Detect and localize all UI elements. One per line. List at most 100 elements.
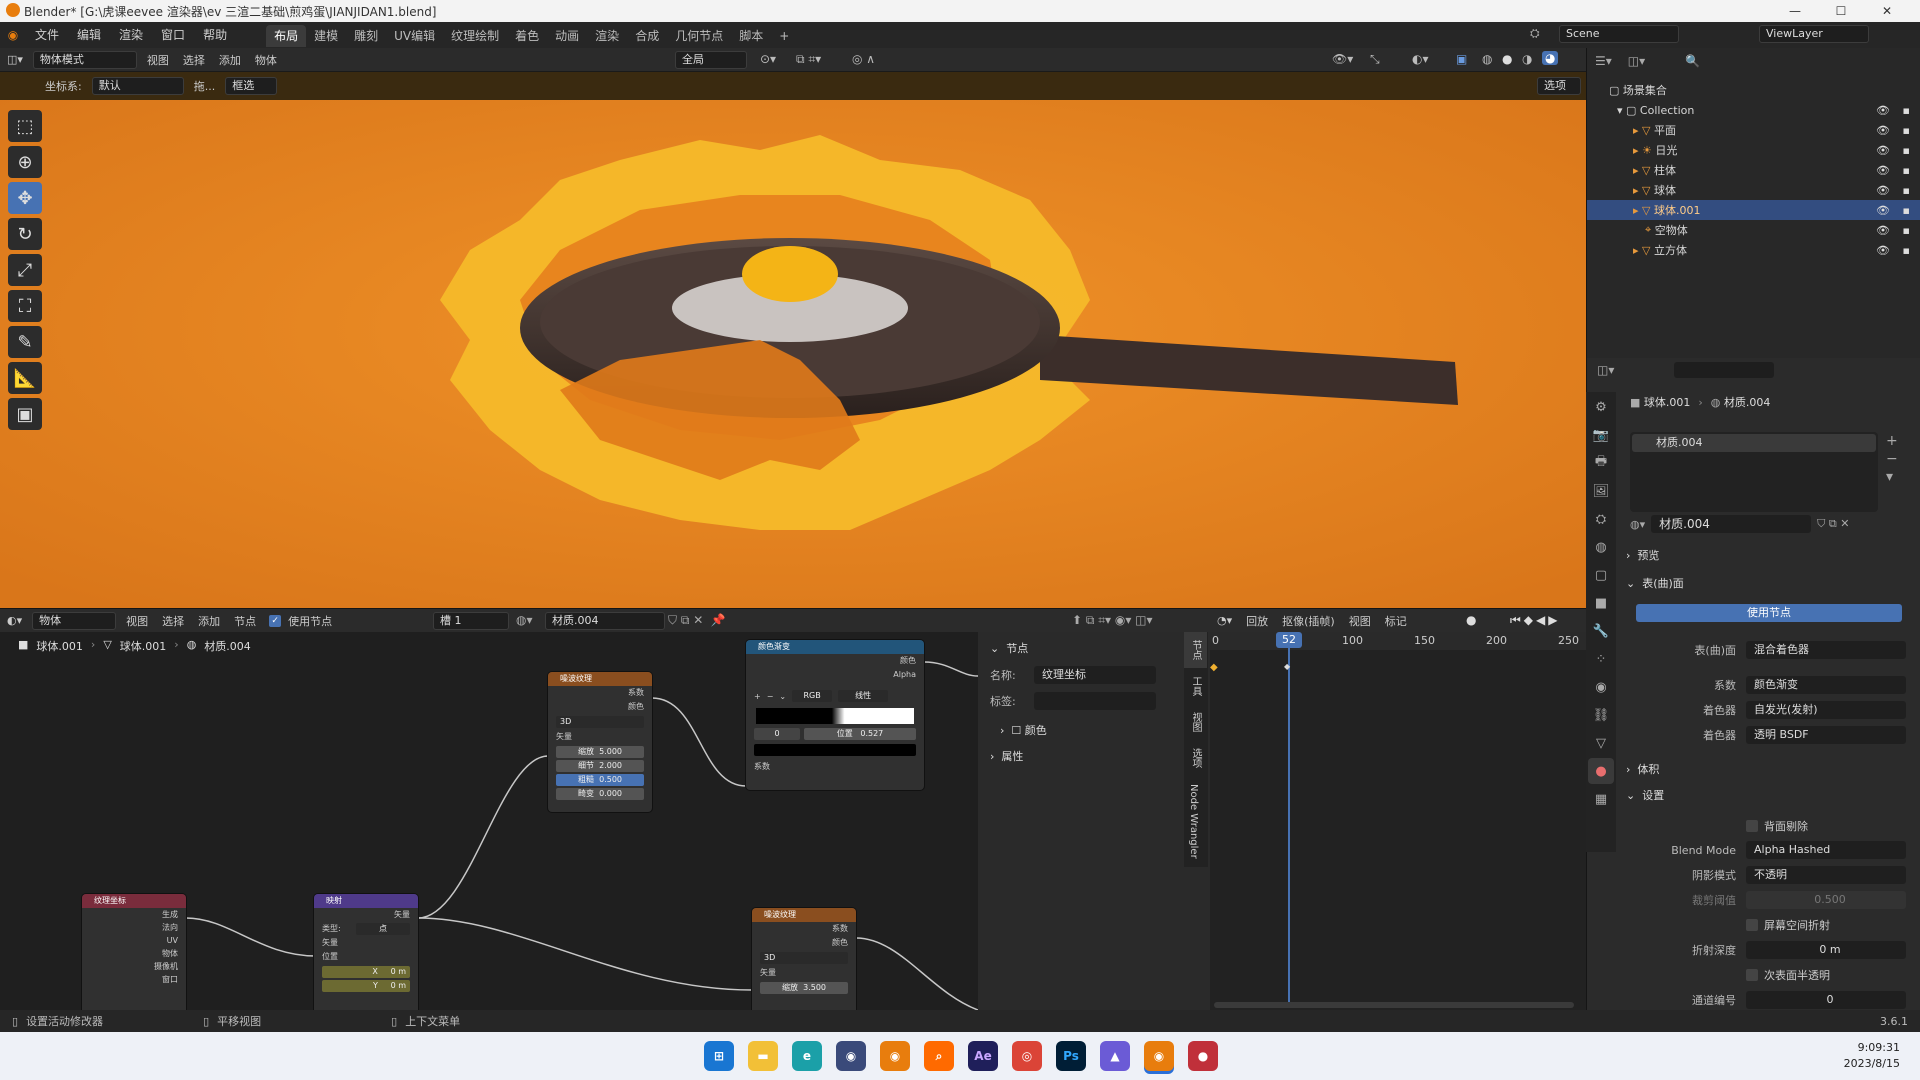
tab-geometry-nodes[interactable]: 几何节点 (667, 25, 731, 47)
eye-icon[interactable]: 👁 (1876, 144, 1890, 157)
material-shading-icon[interactable]: ◑ (1522, 52, 1532, 66)
use-nodes-button[interactable]: 使用节点 (1636, 604, 1902, 622)
node-editor-canvas[interactable]: ■ 球体.001 › ▽ 球体.001 › ◍ 材质.004 噪波纹理 系数 颜色 3D … (0, 632, 978, 1010)
node-properties-section[interactable]: › 属性 (978, 744, 1210, 768)
subsurface-checkbox[interactable] (1746, 969, 1758, 981)
outliner-item-empty[interactable]: ⌖ 空物体 👁 ▪ (1587, 220, 1920, 240)
texture-tab-icon[interactable]: ▦ (1588, 786, 1614, 812)
view-layer-selector[interactable]: ViewLayer (1759, 25, 1869, 43)
node-sidebar-section[interactable]: ⌄ 节点 (978, 632, 1210, 664)
camera-icon[interactable]: ▪ (1903, 244, 1910, 257)
ramp-menu-icon[interactable]: ⌄ (779, 692, 786, 701)
node-menu-add[interactable]: 添加 (191, 613, 227, 629)
mapping-x-field[interactable]: X 0 m (322, 966, 410, 978)
sidebar-tab-view[interactable]: 视图 (1184, 704, 1207, 740)
color-ramp-node[interactable]: 颜色渐变 颜色 Alpha + − ⌄ RGB 线性 0 位置 0.527 系数 (746, 640, 924, 790)
object-mode-dropdown[interactable]: 物体模式 (32, 50, 137, 69)
node-snap-icons[interactable]: ⬆ ⧉ ⌗▾ ◉▾ ◫▾ (1072, 613, 1153, 628)
add-workspace-icon[interactable]: + (771, 25, 797, 47)
material-actions-icon[interactable]: ⛉ ⧉ ✕ 📌 (668, 613, 726, 628)
add-cube-tool-icon[interactable]: ▣ (8, 398, 42, 430)
constraints-tab-icon[interactable]: ⛓ (1588, 702, 1614, 728)
app-icon-2[interactable]: ▲ (1100, 1041, 1130, 1071)
photoshop-icon[interactable]: Ps (1056, 1041, 1086, 1071)
noise1-field-distortion[interactable]: 畸变 0.000 (556, 788, 644, 800)
tab-uv-editing[interactable]: UV编辑 (386, 25, 443, 47)
outliner-editor-icon[interactable]: ☰▾ (1595, 54, 1612, 68)
eye-icon[interactable]: 👁 (1876, 184, 1890, 197)
noise1-dimensions-dropdown[interactable]: 3D (556, 716, 644, 728)
shader2-field[interactable]: 透明 BSDF (1746, 726, 1906, 744)
viewport-menu-view[interactable]: 视图 (140, 52, 176, 68)
record-icon[interactable]: ● (1466, 613, 1476, 627)
camera-icon[interactable]: ▪ (1903, 124, 1910, 137)
viewport-menu-object[interactable]: 物体 (248, 52, 284, 68)
material-slot-list[interactable]: 材质.004 (1630, 432, 1878, 512)
use-nodes-checkbox[interactable]: ✓ (269, 614, 282, 627)
node-menu-select[interactable]: 选择 (155, 613, 191, 629)
scene-tab-icon[interactable]: ⛭ (1588, 506, 1614, 532)
object-tab-icon[interactable]: ■ (1588, 590, 1614, 616)
annotate-tool-icon[interactable]: ✎ (8, 326, 42, 358)
tab-modeling[interactable]: 建模 (306, 25, 346, 47)
eye-icon[interactable]: 👁 (1876, 104, 1890, 117)
scale-tool-icon[interactable]: ⤢ (8, 254, 42, 286)
tool-tab-icon[interactable]: ⚙ (1588, 394, 1614, 420)
outliner-item-sphere-001[interactable]: ▸ ▽ 球体.001 👁 ▪ (1587, 200, 1920, 220)
node-label-field[interactable] (1034, 692, 1156, 710)
outliner-scene-collection[interactable]: ▢ 场景集合 (1587, 80, 1920, 100)
camera-icon[interactable]: ▪ (1903, 204, 1910, 217)
blender-taskbar-icon-2[interactable]: ◉ (1144, 1041, 1174, 1071)
eye-icon[interactable]: 👁 (1876, 204, 1890, 217)
clip-threshold-field[interactable]: 0.500 (1746, 891, 1906, 909)
mix-factor-field[interactable]: 颜色渐变 (1746, 676, 1906, 694)
data-tab-icon[interactable]: ▽ (1588, 730, 1614, 756)
noise1-field-detail[interactable]: 细节 2.000 (556, 760, 644, 772)
sidebar-tab-node[interactable]: 节点 (1184, 632, 1207, 668)
timeline-playback[interactable]: 回放 (1239, 613, 1275, 629)
outliner-filter-icon[interactable]: ◫▾ (1628, 54, 1645, 68)
tab-scripting[interactable]: 脚本 (731, 25, 771, 47)
sidebar-tab-options[interactable]: 选项 (1184, 740, 1207, 776)
refraction-depth-field[interactable]: 0 m (1746, 941, 1906, 959)
viewport-menu-add[interactable]: 添加 (212, 52, 248, 68)
move-tool-icon[interactable]: ✥ (8, 182, 42, 214)
node-color-section[interactable]: › ☐ 颜色 (978, 716, 1210, 744)
app-icon-3[interactable]: ● (1188, 1041, 1218, 1071)
windows-start-icon[interactable]: ⊞ (704, 1041, 734, 1071)
playhead-line[interactable] (1288, 632, 1290, 1002)
snap-icon[interactable]: ⧉ ⌗▾ (796, 52, 821, 67)
node-material-field[interactable]: 材质.004 (545, 612, 665, 630)
eye-icon[interactable]: 👁 (1876, 244, 1890, 257)
pivot-icon[interactable]: ⊙▾ (760, 52, 776, 66)
physics-tab-icon[interactable]: ◉ (1588, 674, 1614, 700)
menu-render[interactable]: 渲染 (110, 22, 152, 48)
backface-checkbox[interactable] (1746, 820, 1758, 832)
viewport-menu-select[interactable]: 选择 (176, 52, 212, 68)
material-fake-user-icon[interactable]: ⛉ ⧉ ✕ (1817, 517, 1849, 531)
noise2-field-scale[interactable]: 缩放 3.500 (760, 982, 848, 994)
3d-viewport[interactable] (0, 100, 1586, 608)
camera-icon[interactable]: ▪ (1903, 104, 1910, 117)
clock[interactable]: 9:09:31 2023/8/15 (1844, 1040, 1900, 1072)
section-volume[interactable]: › 体积 (1626, 758, 1906, 780)
sidebar-tab-node-wrangler[interactable]: Node Wrangler (1184, 776, 1203, 867)
ramp-stop-color[interactable] (754, 744, 916, 756)
sidebar-tab-tool[interactable]: 工具 (1184, 668, 1207, 704)
drag-select-dropdown[interactable]: 框选 (225, 77, 278, 95)
menu-window[interactable]: 窗口 (152, 22, 194, 48)
scene-selector[interactable]: Scene (1559, 25, 1679, 43)
shadow-mode-dropdown[interactable]: 不透明 (1746, 866, 1906, 884)
properties-search-input[interactable] (1674, 362, 1775, 378)
tab-texture-paint[interactable]: 纹理绘制 (443, 25, 507, 47)
view-layer-tab-icon[interactable]: 🖼 (1588, 478, 1614, 504)
slot-add-remove[interactable]: + − ▾ (1886, 432, 1898, 486)
menu-file[interactable]: 文件 (26, 22, 68, 48)
particles-tab-icon[interactable]: ⁘ (1588, 646, 1614, 672)
menu-edit[interactable]: 编辑 (68, 22, 110, 48)
wireframe-shading-icon[interactable]: ◍ (1482, 52, 1492, 66)
coord-system-dropdown[interactable]: 默认 (91, 77, 184, 95)
select-box-tool-icon[interactable]: ⬚ (8, 110, 42, 142)
blender-taskbar-icon-1[interactable]: ◉ (880, 1041, 910, 1071)
solid-shading-icon[interactable]: ● (1502, 52, 1512, 66)
